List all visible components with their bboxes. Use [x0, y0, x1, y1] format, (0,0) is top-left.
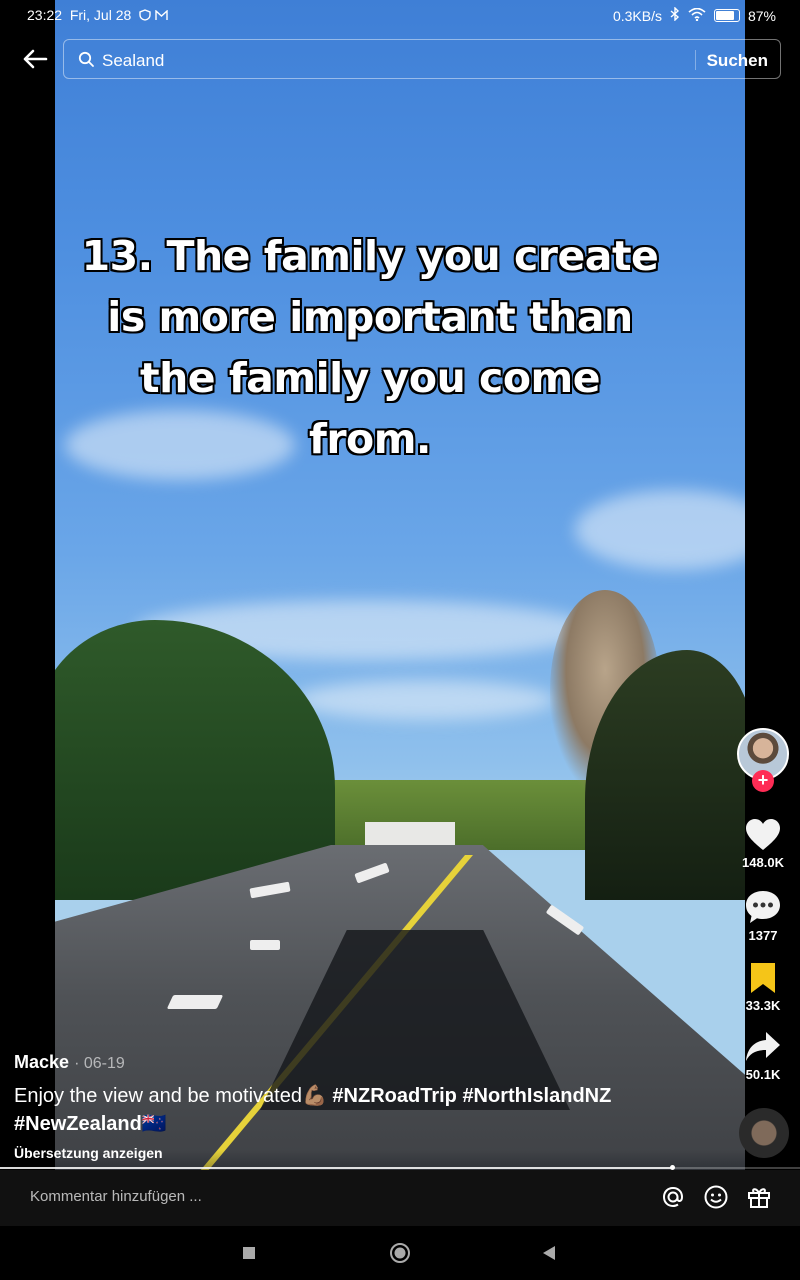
comment-bar: Kommentar hinzufügen ... [0, 1170, 800, 1226]
hashtag[interactable]: #NorthIslandNZ [462, 1085, 611, 1107]
network-speed: 0.3KB/s [612, 7, 662, 24]
description-text: Enjoy the view and be motivated [14, 1085, 302, 1107]
battery-icon [713, 9, 740, 22]
music-disc-icon[interactable] [739, 1108, 789, 1158]
back-arrow-icon[interactable] [20, 44, 50, 74]
clock: 23:22 [27, 7, 63, 23]
video-caption: 13. The family you create is more import… [80, 226, 660, 470]
system-nav-bar [0, 1226, 800, 1280]
search-input[interactable]: Sealand Suchen [63, 39, 781, 79]
translate-link[interactable]: Übersetzung anzeigen [14, 1145, 163, 1161]
status-right: 0.3KB/s 87% [612, 6, 776, 24]
caption-line: the family you come [139, 354, 601, 402]
mail-icon [155, 7, 168, 23]
mention-icon[interactable] [660, 1184, 686, 1215]
status-left: 23:22 Fri, Jul 28 [27, 7, 168, 23]
search-query: Sealand [102, 51, 165, 70]
back-triangle-icon[interactable] [542, 1245, 556, 1266]
comment-input[interactable]: Kommentar hinzufügen ... [30, 1188, 202, 1205]
battery-level: 87% [747, 7, 776, 24]
hashtag[interactable]: #NZRoadTrip [332, 1085, 456, 1107]
road-marking [250, 940, 280, 950]
like-count: 148.0K [742, 855, 784, 870]
progress-fill [0, 1167, 672, 1169]
share-count: 50.1K [745, 1067, 781, 1082]
emoji-icon[interactable] [703, 1184, 729, 1215]
save-count: 33.3K [745, 998, 781, 1013]
post-date: 06-19 [83, 1055, 125, 1072]
like-button[interactable]: 148.0K [735, 818, 791, 870]
shield-icon [139, 7, 155, 23]
post-description: Enjoy the view and be motivated💪🏽 #NZRoa… [14, 1082, 694, 1138]
date: Fri, Jul 28 [69, 7, 132, 23]
recent-apps-icon[interactable] [242, 1246, 256, 1265]
bookmark-icon [735, 961, 791, 995]
nz-flag-emoji: 🇳🇿 [141, 1113, 167, 1135]
video-progress-bar[interactable] [0, 1165, 800, 1170]
caption-line: 13. The family you create [81, 232, 659, 280]
share-button[interactable]: 50.1K [735, 1030, 791, 1082]
caption-line: is more important than [107, 293, 633, 341]
hashtag[interactable]: #NewZealand [14, 1113, 142, 1135]
share-arrow-icon [735, 1030, 791, 1064]
road-marking [166, 995, 224, 1009]
cloud [575, 490, 745, 570]
wifi-icon [688, 7, 706, 24]
bluetooth-icon [670, 6, 680, 24]
search-icon [78, 51, 95, 73]
flexed-biceps-emoji: 💪🏽 [301, 1085, 327, 1107]
comment-icon [735, 889, 791, 925]
follow-plus-icon[interactable]: + [752, 770, 774, 792]
search-button[interactable]: Suchen [707, 51, 768, 71]
comment-button[interactable]: 1377 [735, 889, 791, 943]
cloud [295, 680, 555, 720]
heart-icon [735, 818, 791, 852]
search-divider [695, 50, 696, 70]
home-icon[interactable] [389, 1242, 411, 1269]
save-button[interactable]: 33.3K [735, 961, 791, 1013]
caption-line: from. [308, 415, 432, 463]
comment-count: 1377 [748, 928, 778, 943]
author-name[interactable]: Macke [14, 1052, 69, 1072]
post-author-line: Macke · 06-19 [14, 1052, 125, 1072]
status-bar: 23:22 Fri, Jul 28 0.3KB/s 87% [0, 0, 800, 30]
gift-icon[interactable] [746, 1184, 772, 1215]
video-player[interactable] [55, 0, 745, 1228]
